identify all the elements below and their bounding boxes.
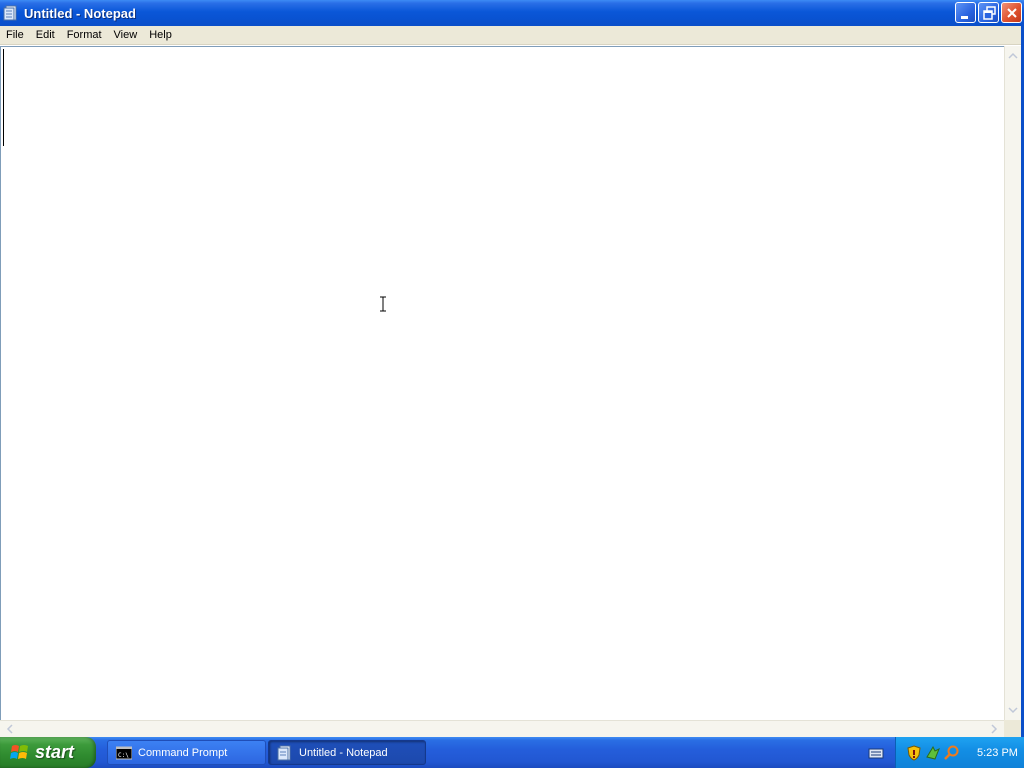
window-title: Untitled - Notepad — [24, 5, 136, 21]
menu-bar: File Edit Format View Help — [0, 26, 1024, 45]
notepad-icon[interactable] — [3, 5, 19, 21]
menu-format[interactable]: Format — [61, 26, 108, 45]
security-shield-icon[interactable] — [906, 744, 922, 761]
menu-file[interactable]: File — [0, 26, 30, 45]
scroll-right-icon[interactable] — [986, 721, 1002, 737]
svg-text:C:\: C:\ — [118, 752, 129, 759]
taskbar-notepad[interactable]: Untitled - Notepad — [268, 740, 426, 765]
title-bar[interactable]: Untitled - Notepad — [0, 0, 1024, 26]
taskbar-label-notepad: Untitled - Notepad — [299, 746, 388, 759]
taskbar-label-command-prompt: Command Prompt — [138, 746, 228, 759]
close-button[interactable] — [1001, 2, 1022, 23]
search-icon[interactable] — [944, 745, 960, 761]
text-caret — [3, 49, 4, 146]
notepad-icon — [277, 745, 293, 761]
vertical-scrollbar[interactable] — [1004, 46, 1021, 720]
keyboard-icon[interactable] — [868, 746, 884, 760]
horizontal-scrollbar[interactable] — [0, 720, 1004, 737]
scroll-down-icon[interactable] — [1005, 702, 1021, 718]
ibeam-cursor-icon — [380, 296, 386, 312]
text-editor-area[interactable] — [0, 46, 1004, 720]
taskbar: start C:\ Command Prompt Untitled - Note… — [0, 737, 1024, 768]
scroll-up-icon[interactable] — [1005, 48, 1021, 64]
start-button[interactable]: start — [0, 737, 96, 768]
scroll-left-icon[interactable] — [2, 721, 18, 737]
menu-view[interactable]: View — [108, 26, 144, 45]
system-tray: 5:23 PM — [895, 737, 1024, 768]
taskbar-command-prompt[interactable]: C:\ Command Prompt — [107, 740, 266, 765]
restore-button[interactable] — [978, 2, 999, 23]
command-prompt-icon: C:\ — [115, 745, 133, 761]
clock[interactable]: 5:23 PM — [977, 747, 1018, 759]
network-icon[interactable] — [925, 745, 941, 761]
start-label: start — [35, 742, 75, 762]
windows-logo-icon — [10, 743, 30, 763]
menu-edit[interactable]: Edit — [30, 26, 61, 45]
minimize-button[interactable] — [955, 2, 976, 23]
menu-help[interactable]: Help — [143, 26, 178, 45]
